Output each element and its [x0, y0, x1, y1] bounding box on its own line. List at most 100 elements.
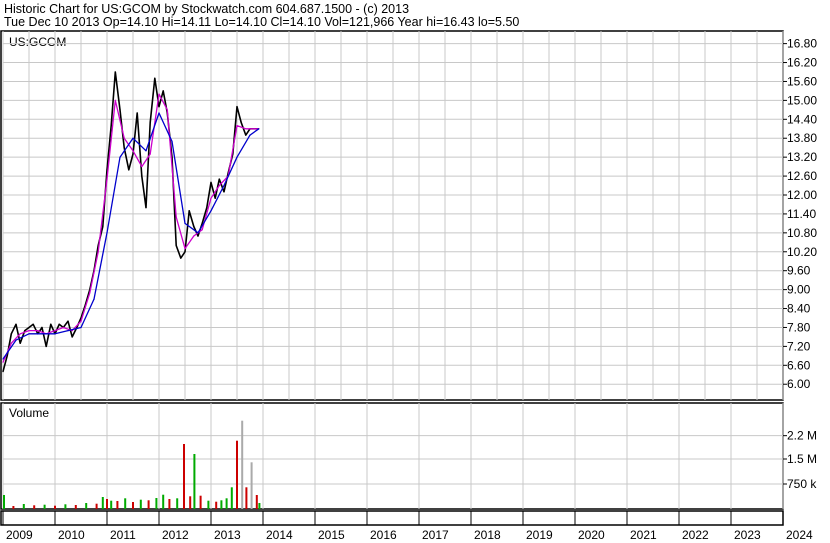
volume-bar — [139, 499, 142, 509]
x-tick-label: 2011 — [110, 528, 136, 542]
price-point — [175, 244, 177, 247]
volume-bar — [250, 462, 253, 509]
volume-bar — [220, 500, 223, 509]
price-point — [102, 225, 104, 228]
volume-bar — [258, 503, 261, 509]
price-point — [89, 292, 91, 294]
volume-bar — [132, 502, 134, 509]
price-point — [223, 184, 225, 187]
price-point — [93, 298, 95, 300]
price-tick-label: 14.40 — [787, 112, 817, 126]
price-tick-label: 11.40 — [787, 207, 816, 221]
price-point — [236, 125, 238, 127]
symbol-label: US:GCOM — [9, 35, 66, 49]
volume-bar — [241, 420, 244, 509]
price-point — [141, 175, 143, 177]
price-tick-label: 16.80 — [787, 37, 817, 51]
price-point — [180, 257, 182, 259]
price-point — [145, 207, 147, 209]
x-tick-label: 2022 — [682, 528, 709, 542]
price-point — [158, 112, 160, 114]
price-point — [80, 320, 82, 322]
x-tick-label: 2014 — [266, 528, 293, 542]
price-point — [119, 109, 121, 111]
price-point — [28, 330, 30, 332]
price-point — [128, 169, 130, 171]
volume-bar — [207, 500, 210, 509]
volume-bar — [189, 496, 192, 509]
chart-header-title: Historic Chart for US:GCOM by Stockwatch… — [4, 2, 409, 16]
price-point — [193, 235, 195, 237]
price-point — [210, 197, 212, 199]
volume-bar — [95, 503, 98, 509]
price-point — [218, 184, 220, 187]
price-point — [253, 128, 255, 130]
volume-panel — [0, 402, 784, 510]
price-point — [136, 112, 138, 114]
price-tick-label: 13.20 — [787, 150, 817, 164]
price-tick-label: 7.20 — [787, 339, 811, 353]
price-point — [62, 326, 64, 329]
volume-bar — [215, 501, 218, 509]
price-point — [236, 156, 238, 158]
price-point — [123, 147, 125, 149]
volume-y-axis: 2.2 M 1.5 M 750 k — [783, 429, 817, 491]
stock-chart: Historic Chart for US:GCOM by Stockwatch… — [0, 2, 817, 542]
price-point — [32, 323, 34, 325]
price-point — [6, 355, 8, 357]
price-point — [245, 128, 247, 130]
price-tick-label: 10.80 — [787, 226, 817, 240]
price-point — [188, 210, 190, 212]
price-point — [37, 330, 39, 332]
price-point — [119, 156, 121, 158]
price-point — [240, 121, 242, 124]
chart-header-stats: Tue Dec 10 2013 Op=14.10 Hi=14.11 Lo=14.… — [4, 15, 519, 29]
price-point — [210, 210, 212, 212]
volume-bar — [3, 495, 5, 509]
price-point — [67, 330, 69, 332]
price-point — [54, 333, 56, 335]
price-point — [245, 134, 247, 136]
x-tick-label: 2015 — [318, 528, 345, 542]
price-point — [15, 339, 17, 341]
price-point — [162, 90, 164, 92]
price-point — [97, 251, 99, 253]
price-point — [28, 326, 30, 329]
price-point — [210, 181, 212, 183]
price-point — [15, 323, 17, 325]
price-point — [19, 333, 21, 335]
price-point — [41, 333, 43, 335]
price-point — [10, 342, 12, 344]
price-point — [154, 77, 156, 79]
price-point — [197, 235, 199, 237]
x-axis-strip — [0, 510, 784, 526]
price-tick-label: 6.00 — [787, 377, 811, 391]
price-point — [110, 125, 112, 127]
volume-bar — [124, 498, 127, 509]
price-point — [10, 333, 12, 335]
price-point — [149, 153, 151, 155]
x-tick-label: 2013 — [214, 528, 241, 542]
price-tick-label: 10.20 — [787, 245, 817, 259]
price-tick-label: 13.80 — [787, 131, 817, 145]
volume-bar — [183, 444, 185, 509]
volume-bar — [147, 500, 150, 509]
price-point — [236, 106, 238, 108]
price-point — [2, 358, 4, 360]
volume-bar — [101, 497, 104, 509]
price-point — [24, 330, 26, 332]
price-point — [58, 323, 60, 325]
x-tick-label: 2012 — [162, 528, 189, 542]
price-point — [67, 320, 69, 322]
x-tick-label: 2019 — [526, 528, 553, 542]
price-point — [45, 345, 47, 347]
price-point — [141, 166, 143, 168]
volume-tick-label: 1.5 M — [787, 452, 817, 466]
volume-bar — [22, 504, 25, 509]
price-point — [145, 150, 147, 152]
x-tick-label: 2020 — [578, 528, 605, 542]
price-tick-label: 8.40 — [787, 302, 811, 316]
price-point — [193, 225, 195, 228]
price-point — [184, 248, 186, 250]
price-tick-label: 12.60 — [787, 169, 817, 183]
